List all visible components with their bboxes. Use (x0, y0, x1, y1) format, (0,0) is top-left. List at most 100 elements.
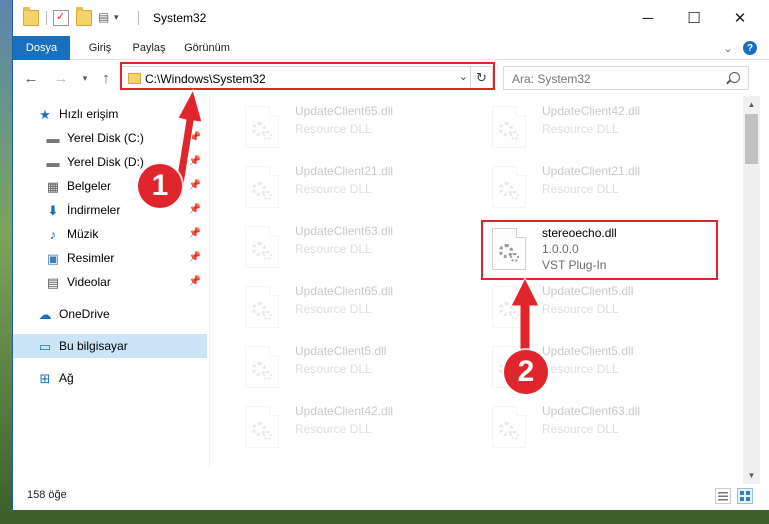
folder-icon (23, 7, 39, 26)
dll-file-icon (245, 166, 279, 208)
file-item[interactable]: UpdateClient42.dll Resource DLL (480, 98, 720, 154)
file-item[interactable]: UpdateClient63.dll Resource DLL (233, 218, 473, 274)
sidebar-item-onedrive[interactable]: ☁ OneDrive (13, 302, 207, 326)
file-type: Resource DLL (542, 362, 619, 376)
customize-toolbar-icon[interactable]: ▾ (114, 12, 130, 28)
properties-icon[interactable]: ✓ (53, 10, 69, 26)
sidebar-item-label: Müzik (67, 227, 99, 241)
scroll-up-button[interactable]: ▲ (743, 96, 760, 113)
sidebar-item-music[interactable]: ♪ Müzik 📌 (13, 222, 207, 246)
file-item[interactable]: UpdateClient21.dll Resource DLL (480, 158, 720, 214)
dll-file-icon (245, 106, 279, 148)
sidebar-item-local-disk-c[interactable]: ▬ Yerel Disk (C:) 📌 (13, 126, 207, 150)
file-type: Resource DLL (542, 302, 619, 316)
sidebar-item-downloads[interactable]: ⬇ İndirmeler 📌 (13, 198, 207, 222)
file-highlight-box (481, 220, 718, 280)
file-type: Resource DLL (295, 182, 372, 196)
pictures-icon: ▣ (46, 250, 60, 266)
pin-icon[interactable]: 📌 (189, 156, 201, 167)
scroll-thumb[interactable] (745, 114, 758, 164)
file-item[interactable]: UpdateClient5.dll Resource DLL (480, 278, 720, 334)
file-name: UpdateClient5.dll (542, 344, 634, 358)
tab-home[interactable]: Giriş (80, 36, 120, 60)
file-item[interactable]: UpdateClient21.dll Resource DLL (233, 158, 473, 214)
dll-file-icon (245, 286, 279, 328)
drive-icon: ▬ (46, 154, 60, 170)
video-icon: ▤ (46, 274, 60, 290)
tab-file[interactable]: Dosya (13, 36, 70, 60)
pin-icon[interactable]: 📌 (189, 180, 201, 191)
download-icon: ⬇ (47, 202, 59, 218)
dll-file-icon (245, 226, 279, 268)
close-button[interactable]: ✕ (717, 0, 763, 36)
up-button[interactable]: ↑ (96, 68, 116, 88)
callout-1: 1 (138, 164, 182, 208)
pin-icon[interactable]: 📌 (189, 252, 201, 263)
drive-icon: ▬ (46, 130, 60, 146)
music-icon: ♪ (49, 226, 57, 242)
pin-icon[interactable]: 📌 (189, 228, 201, 239)
sidebar-item-videos[interactable]: ▤ Videolar 📌 (13, 270, 207, 294)
computer-icon: ▭ (38, 338, 52, 354)
address-highlight-box (120, 62, 495, 90)
sidebar-item-label: Bu bilgisayar (59, 339, 128, 353)
search-placeholder: Ara: System32 (512, 72, 591, 86)
title-bar: ✓ ▤ ▾ System32 ─ ☐ ✕ (13, 0, 769, 36)
details-view-button[interactable] (715, 488, 731, 504)
scroll-down-button[interactable]: ▼ (743, 467, 760, 484)
callout-2: 2 (504, 350, 548, 394)
file-item[interactable]: UpdateClient42.dll Resource DLL (233, 398, 473, 454)
forward-button[interactable]: → (51, 68, 71, 88)
network-icon: ⊞ (39, 370, 51, 386)
sidebar-item-this-pc[interactable]: ▭ Bu bilgisayar (13, 334, 207, 358)
dll-file-icon (245, 406, 279, 448)
recent-locations-button[interactable]: ▾ (75, 68, 95, 88)
sidebar-item-label: Yerel Disk (C:) (67, 131, 144, 145)
pin-icon[interactable]: 📌 (189, 276, 201, 287)
expand-ribbon-icon[interactable]: ⌄ (721, 41, 735, 55)
sidebar-item-label: Resimler (67, 251, 115, 265)
back-button[interactable]: ← (21, 68, 41, 88)
new-folder-icon[interactable] (76, 7, 92, 26)
file-item[interactable]: UpdateClient5.dll Resource DLL (233, 338, 473, 394)
sidebar-item-quick-access[interactable]: ★ Hızlı erişim (13, 102, 207, 126)
tiles-view-button[interactable] (737, 488, 753, 504)
explorer-window: ✓ ▤ ▾ System32 ─ ☐ ✕ Dosya Giriş Paylaş … (12, 0, 769, 510)
tab-view[interactable]: Görünüm (179, 36, 235, 60)
sidebar-item-local-disk-d[interactable]: ▬ Yerel Disk (D:) 📌 (13, 150, 207, 174)
file-name: UpdateClient21.dll (295, 164, 394, 178)
file-item[interactable]: UpdateClient65.dll Resource DLL (233, 278, 473, 334)
cloud-icon: ☁ (38, 306, 52, 322)
star-icon: ★ (39, 106, 51, 122)
file-name: UpdateClient65.dll (295, 104, 394, 118)
dll-file-icon (492, 106, 526, 148)
minimize-button[interactable]: ─ (625, 0, 671, 36)
sidebar-item-label: Belgeler (67, 179, 112, 193)
file-name: UpdateClient63.dll (542, 404, 641, 418)
sidebar-item-label: Yerel Disk (D:) (67, 155, 144, 169)
vertical-scrollbar[interactable]: ▲ ▼ (743, 96, 760, 484)
search-input[interactable]: Ara: System32 (503, 66, 749, 90)
tab-share[interactable]: Paylaş (127, 36, 171, 60)
file-type: Resource DLL (542, 422, 619, 436)
view-options-icon[interactable]: ▤ (98, 10, 114, 26)
pin-icon[interactable]: 📌 (189, 132, 201, 143)
file-name: UpdateClient5.dll (295, 344, 387, 358)
divider (138, 11, 139, 25)
sidebar-item-pictures[interactable]: ▣ Resimler 📌 (13, 246, 207, 270)
pane-divider (209, 96, 210, 468)
divider (46, 11, 47, 25)
help-icon[interactable]: ? (743, 41, 757, 55)
file-item[interactable]: UpdateClient63.dll Resource DLL (480, 398, 720, 454)
file-name: UpdateClient5.dll (542, 284, 634, 298)
maximize-button[interactable]: ☐ (671, 0, 717, 36)
pin-icon[interactable]: 📌 (189, 204, 201, 215)
file-item[interactable]: UpdateClient65.dll Resource DLL (233, 98, 473, 154)
dll-file-icon (492, 166, 526, 208)
sidebar-item-label: İndirmeler (67, 203, 121, 217)
file-list: UpdateClient65.dll Resource DLL UpdateCl… (223, 96, 743, 468)
status-bar: 158 öğe (13, 484, 769, 510)
ribbon: Dosya Giriş Paylaş Görünüm ⌄ ? (13, 36, 769, 60)
file-type: Resource DLL (295, 122, 372, 136)
sidebar-item-network[interactable]: ⊞ Ağ (13, 366, 207, 390)
